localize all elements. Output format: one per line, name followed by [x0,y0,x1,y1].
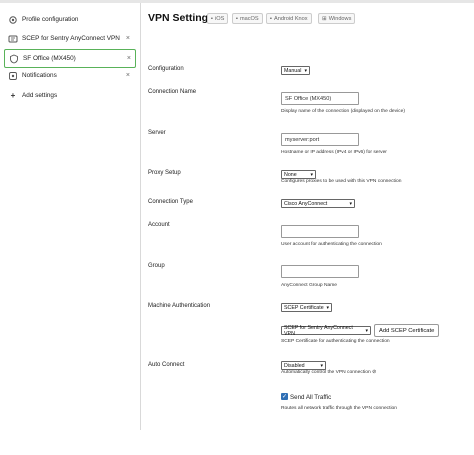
server-hint: Hostname or IP address (IPv4 or IPv6) fo… [281,150,387,155]
page-title: VPN Settings [148,12,214,24]
sidebar-item-label: SCEP for Sentry AnyConnect VPN [22,35,120,42]
tab-android-knox[interactable]: ▪ Android Knox [266,13,312,24]
sidebar-item-label: Notifications [22,72,57,79]
configuration-select[interactable]: Manual ▾ [281,66,310,75]
chevron-down-icon: ▾ [349,200,352,207]
scep-certificate-select[interactable]: SCEP for Sentry AnyConnect VPN ▾ [281,325,371,337]
send-all-traffic-checkbox[interactable]: ✓ [281,393,288,400]
chevron-down-icon: ▾ [365,327,368,334]
group-hint: AnyConnect Group Name [281,283,337,288]
chevron-down-icon: ▾ [326,304,329,311]
add-settings-button[interactable]: + Add settings [4,87,134,104]
apple-icon: ▪ [211,15,213,22]
proxy-setup-label: Proxy Setup [148,170,181,176]
send-all-traffic-label: Send All Traffic [290,394,332,401]
connection-name-hint: Display name of the connection (displaye… [281,109,405,114]
plus-icon: + [10,91,16,100]
machine-auth-label: Machine Authentication [148,303,211,309]
remove-icon[interactable]: × [126,35,130,42]
remove-icon[interactable]: × [126,72,130,79]
auto-connect-label: Auto Connect [148,362,185,368]
group-input[interactable] [281,265,359,278]
sidebar-item-label: SF Office (MX450) [23,55,76,62]
sidebar-item-notifications[interactable]: Notifications × [4,67,134,84]
server-input[interactable]: myserver:port [281,133,359,146]
proxy-setup-select[interactable]: None ▾ [281,170,316,179]
android-icon: ▪ [270,15,272,22]
apple-icon: ▪ [236,15,238,22]
connection-type-select[interactable]: Cisco AnyConnect ▾ [281,199,355,208]
add-settings-label: Add settings [22,92,58,99]
chevron-down-icon: ▾ [310,171,313,178]
tab-macos[interactable]: ▪ macOS [232,13,263,24]
account-label: Account [148,222,170,228]
chevron-down-icon: ▾ [304,67,307,74]
group-label: Group [148,263,165,269]
add-scep-certificate-button[interactable]: Add SCEP Certificate [374,324,440,337]
remove-icon[interactable]: × [127,55,131,62]
sidebar: Profile configuration SCEP for Sentry An… [0,3,140,455]
sidebar-divider [140,3,141,430]
sidebar-item-scep[interactable]: SCEP for Sentry AnyConnect VPN × [4,30,134,47]
server-label: Server [148,130,166,136]
connection-name-label: Connection Name [148,89,197,95]
send-all-traffic-hint: Routes all network traffic through the V… [281,406,397,411]
gear-icon [8,15,18,25]
tab-ios[interactable]: ▪ iOS [207,13,229,24]
chevron-down-icon: ▾ [320,362,323,369]
machine-auth-select[interactable]: SCEP Certificate ▾ [281,303,332,312]
connection-type-label: Connection Type [148,199,193,205]
sidebar-item-label: Profile configuration [22,16,79,23]
bell-icon [8,71,18,81]
proxy-setup-hint: Configures proxies to be used with this … [281,179,402,184]
checkmark-icon: ✓ [281,394,288,400]
account-input[interactable] [281,225,359,238]
account-hint: User account for authenticating the conn… [281,242,382,247]
connection-name-input[interactable]: SF Office (MX450) [281,92,359,105]
machine-auth-hint: SCEP Certificate for authenticating the … [281,339,390,344]
shield-icon [9,54,19,64]
sidebar-item-profile-configuration[interactable]: Profile configuration [4,11,134,28]
certificate-icon [8,34,18,44]
windows-icon: ⊞ [322,15,327,22]
sidebar-item-sf-office[interactable]: SF Office (MX450) × [4,49,136,68]
auto-connect-hint: Automatically control the VPN connection… [281,370,377,375]
configuration-label: Configuration [148,66,184,72]
tab-windows[interactable]: ⊞ Windows [318,13,356,24]
